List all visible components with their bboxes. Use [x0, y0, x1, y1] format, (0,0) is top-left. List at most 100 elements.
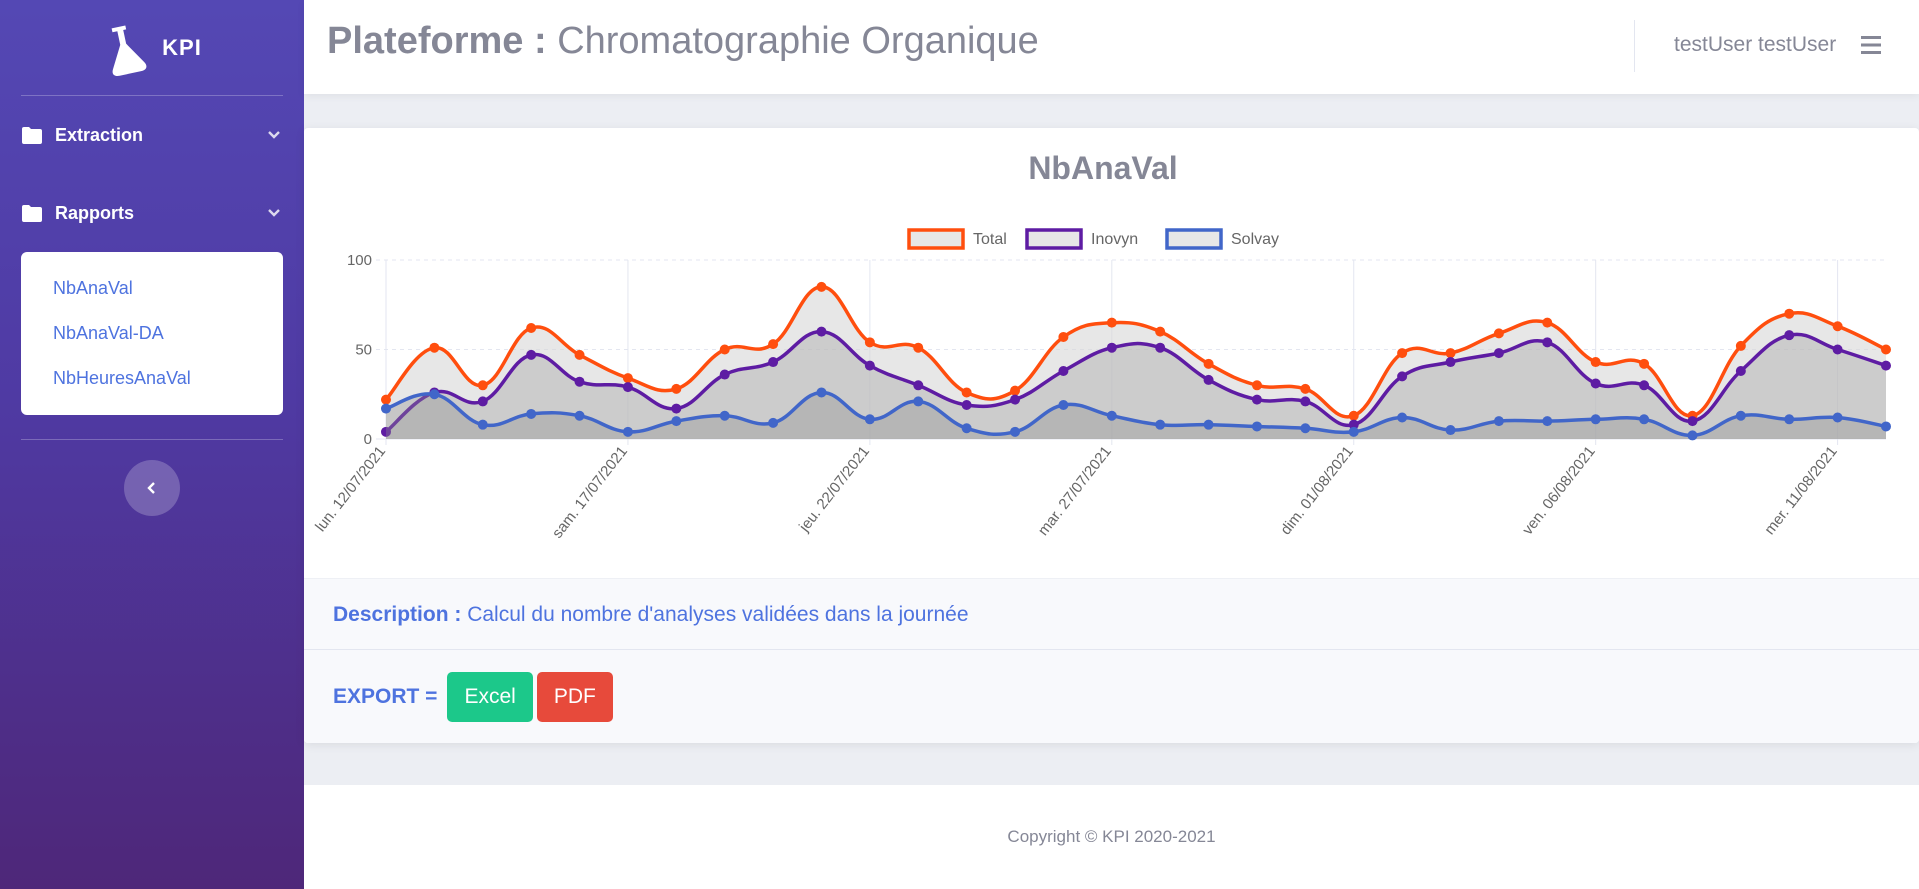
data-point-total	[1542, 317, 1553, 328]
page-title-prefix: Plateforme :	[327, 20, 547, 62]
submenu-item-nbanaval-da[interactable]: NbAnaVal-DA	[21, 311, 283, 356]
y-tick-label: 0	[364, 431, 372, 448]
data-point-solvay	[961, 423, 972, 434]
data-point-inovyn	[1155, 342, 1166, 353]
data-point-total	[429, 342, 440, 353]
data-point-inovyn	[1445, 357, 1456, 368]
data-point-total	[1784, 308, 1795, 319]
x-tick-label: lun. 12/07/2021	[312, 443, 389, 535]
export-excel-button[interactable]: Excel	[447, 671, 533, 722]
folder-icon	[22, 204, 42, 222]
folder-icon	[22, 126, 42, 144]
description-text: Calcul du nombre d'analyses validées dan…	[467, 603, 969, 626]
legend-swatch-inovyn	[1025, 228, 1083, 250]
submenu-item-nbanaval[interactable]: NbAnaVal	[21, 266, 283, 311]
report-card: NbAnaVal Total Inovyn Solvay 0 50 100 lun. 1…	[304, 128, 1919, 743]
x-tick-label: dim. 01/08/2021	[1277, 443, 1357, 538]
data-point-inovyn	[1058, 365, 1069, 376]
chart-legend: Total Inovyn Solvay	[907, 228, 1279, 250]
data-point-inovyn	[1493, 348, 1504, 359]
data-point-inovyn	[1203, 374, 1214, 385]
page-title: Plateforme : Chromatographie Organique	[327, 20, 1039, 63]
data-point-solvay	[1300, 423, 1311, 434]
data-point-solvay	[1058, 399, 1069, 410]
x-tick-label: ven. 06/08/2021	[1519, 443, 1599, 538]
data-point-total	[864, 337, 875, 348]
data-point-solvay	[1348, 426, 1359, 437]
data-point-total	[1397, 348, 1408, 359]
data-point-inovyn	[1639, 380, 1650, 391]
topbar: Plateforme : Chromatographie Organique t…	[304, 0, 1919, 94]
data-point-solvay	[526, 408, 537, 419]
data-point-inovyn	[526, 349, 537, 360]
data-point-total	[574, 349, 585, 360]
data-point-total	[768, 339, 779, 350]
data-point-solvay	[671, 416, 682, 427]
x-tick-label: mar. 27/07/2021	[1035, 443, 1115, 539]
data-point-total	[961, 387, 972, 398]
data-point-solvay	[1832, 412, 1843, 423]
data-point-total	[1348, 410, 1359, 421]
data-point-solvay	[574, 410, 585, 421]
chevron-down-icon	[268, 209, 280, 217]
sidebar-item-label: Extraction	[55, 124, 144, 145]
data-point-inovyn	[622, 382, 633, 393]
data-point-total	[719, 344, 730, 355]
legend-label-solvay: Solvay	[1231, 231, 1279, 248]
chart-x-ticks: lun. 12/07/2021 sam. 17/07/2021 jeu. 22/07…	[312, 443, 1841, 542]
sidebar-toggle-button[interactable]	[124, 460, 180, 516]
brand[interactable]: KPI	[0, 0, 304, 95]
data-point-total	[1832, 321, 1843, 332]
brand-name: KPI	[162, 34, 202, 60]
data-point-total	[816, 281, 827, 292]
data-point-solvay	[1542, 416, 1553, 427]
x-tick-label: mer. 11/08/2021	[1761, 443, 1840, 538]
legend-swatch-solvay	[1165, 228, 1223, 250]
data-point-total	[671, 383, 682, 394]
data-point-solvay	[1784, 414, 1795, 425]
sidebar: KPI Extraction Rapports NbAnaVal NbAnaVa…	[0, 0, 304, 889]
data-point-inovyn	[1542, 337, 1553, 348]
sidebar-item-rapports[interactable]: Rapports	[0, 174, 304, 252]
data-point-solvay	[381, 403, 391, 414]
user-menu[interactable]: testUser testUser	[1674, 33, 1836, 57]
flask-icon	[111, 24, 147, 76]
submenu-item-nbheuresanaval[interactable]: NbHeuresAnaVal	[21, 356, 283, 401]
footer: Copyright © KPI 2020-2021	[304, 785, 1919, 889]
export-pdf-button[interactable]: PDF	[536, 671, 613, 722]
data-point-solvay	[816, 387, 827, 398]
export-label: EXPORT =	[333, 684, 438, 708]
data-point-total	[622, 373, 633, 384]
data-point-solvay	[1155, 419, 1166, 430]
data-point-solvay	[719, 410, 730, 421]
data-point-inovyn	[1784, 330, 1795, 341]
page-title-text: Chromatographie Organique	[557, 20, 1039, 62]
data-point-inovyn	[816, 326, 827, 337]
data-point-total	[1881, 344, 1891, 355]
data-point-total	[1203, 358, 1214, 369]
data-point-total	[1639, 358, 1650, 369]
data-point-inovyn	[913, 380, 924, 391]
hamburger-menu-icon[interactable]	[1861, 35, 1883, 55]
data-point-total	[1106, 317, 1117, 328]
y-tick-label: 100	[347, 252, 372, 269]
y-tick-label: 50	[355, 342, 372, 359]
data-point-solvay	[768, 417, 779, 428]
data-point-solvay	[477, 419, 488, 430]
legend-swatch-total	[907, 228, 965, 250]
data-point-total	[1445, 348, 1456, 359]
sidebar-item-extraction[interactable]: Extraction	[0, 96, 304, 174]
data-point-solvay	[1493, 416, 1504, 427]
data-point-solvay	[1445, 425, 1456, 436]
data-point-inovyn	[1735, 365, 1746, 376]
data-point-solvay	[913, 396, 924, 407]
data-point-solvay	[1735, 410, 1746, 421]
data-point-solvay	[1397, 412, 1408, 423]
legend-label-inovyn: Inovyn	[1091, 231, 1138, 248]
data-point-total	[1058, 331, 1069, 342]
data-point-total	[1590, 357, 1601, 368]
data-point-inovyn	[768, 357, 779, 368]
chevron-left-icon	[147, 482, 155, 494]
legend-label-total: Total	[973, 231, 1007, 248]
data-point-total	[526, 323, 537, 334]
